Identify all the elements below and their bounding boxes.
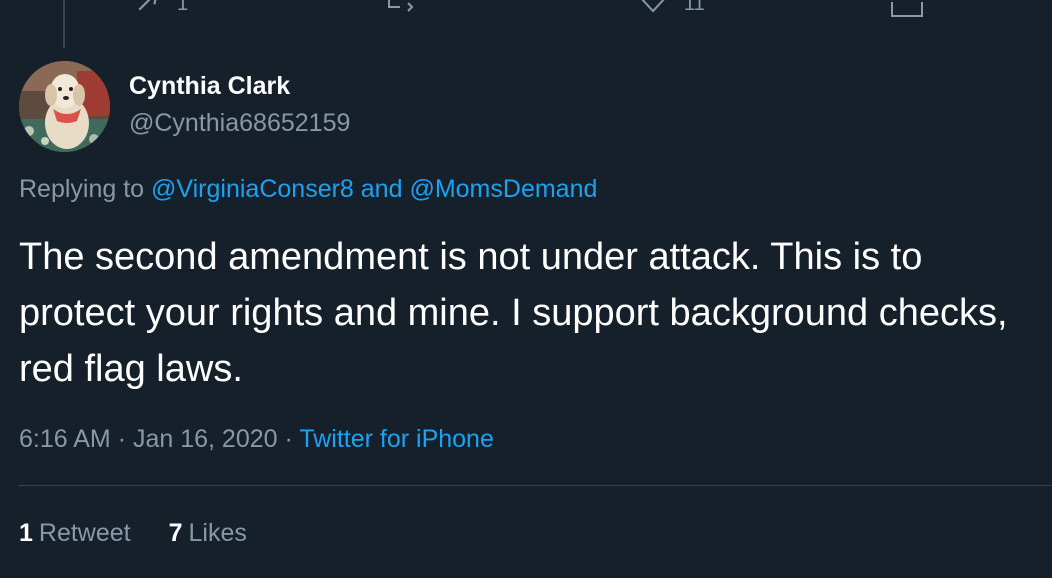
previous-tweet-action-bar: 1 11 (0, 0, 1052, 18)
tweet-date[interactable]: Jan 16, 2020 (133, 425, 278, 453)
retweet-action[interactable] (386, 0, 416, 14)
share-icon (890, 0, 924, 18)
meta-separator: · (117, 425, 127, 453)
mention-conjunction[interactable]: and (361, 175, 403, 203)
replying-to-line: Replying to @VirginiaConser8 and @MomsDe… (19, 175, 597, 204)
replying-to-label: Replying to (19, 175, 145, 203)
reply-count: 1 (177, 0, 189, 15)
like-action[interactable]: 11 (638, 0, 705, 14)
likes-label: Likes (188, 519, 247, 547)
tweet-metadata: 6:16 AM · Jan 16, 2020 · Twitter for iPh… (19, 425, 494, 454)
author-display-name[interactable]: Cynthia Clark (129, 72, 290, 101)
likes-count: 7 (168, 519, 183, 547)
reply-action[interactable]: 1 (135, 0, 188, 14)
mention-link[interactable]: @VirginiaConser8 (151, 175, 354, 203)
meta-separator: · (284, 425, 293, 453)
retweets-label: Retweet (38, 519, 131, 547)
divider (19, 485, 1052, 486)
like-count: 11 (684, 0, 705, 15)
tweet-time[interactable]: 6:16 AM (19, 425, 111, 453)
mention-link[interactable]: @MomsDemand (409, 175, 597, 203)
retweets-stat[interactable]: 1 Retweet (19, 519, 131, 548)
dog-avatar-icon (19, 61, 110, 152)
like-icon (638, 0, 668, 14)
retweets-count: 1 (19, 519, 33, 547)
share-action[interactable] (890, 0, 924, 18)
likes-stat[interactable]: 7 Likes (169, 519, 247, 548)
tweet-text: The second amendment is not under attack… (19, 236, 1008, 390)
retweet-icon (386, 0, 416, 14)
reply-icon (135, 0, 161, 14)
avatar[interactable] (19, 61, 110, 152)
author-handle[interactable]: @Cynthia68652159 (129, 109, 350, 138)
tweet-source-link[interactable]: Twitter for iPhone (299, 425, 494, 453)
tweet-stats: 1 Retweet 7 Likes (19, 519, 247, 548)
